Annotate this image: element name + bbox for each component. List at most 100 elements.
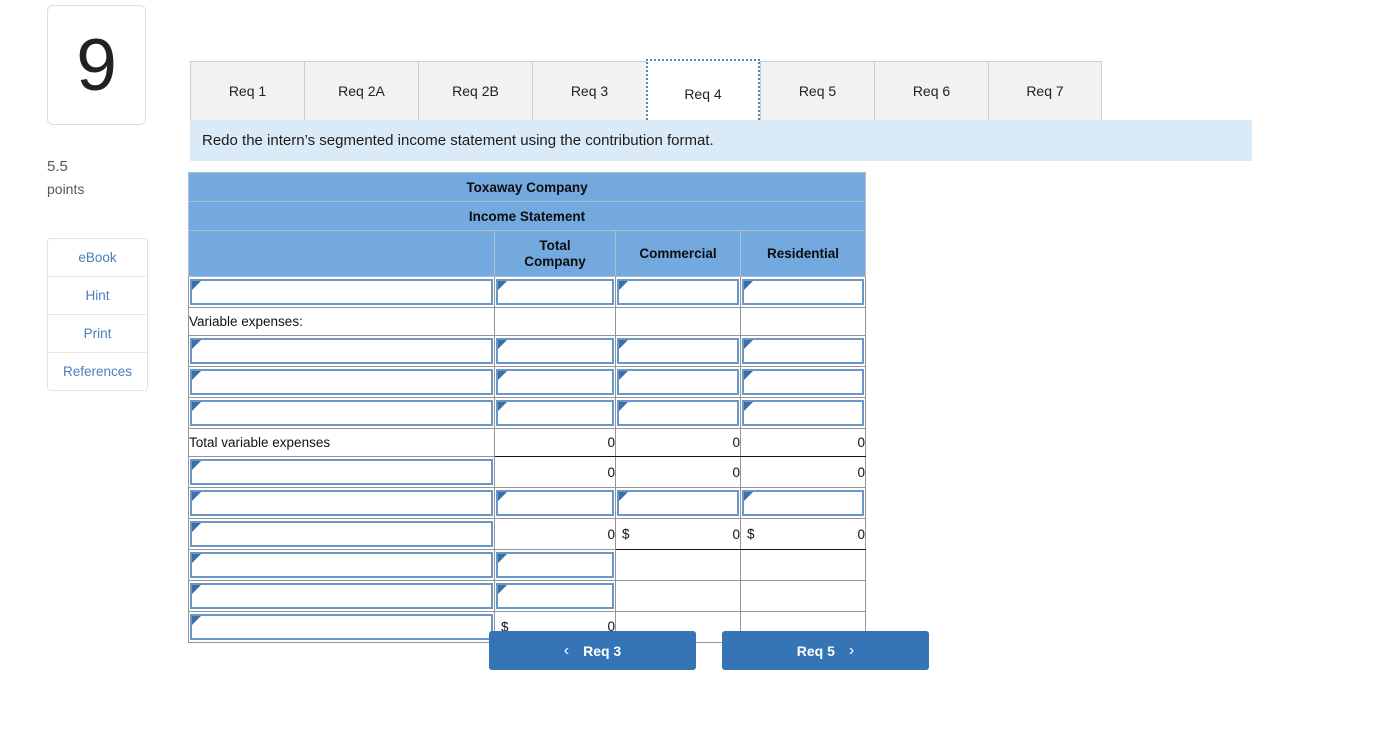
row-4-label-select[interactable] [190, 400, 493, 426]
ebook-button[interactable]: eBook [48, 239, 147, 277]
question-page: 9 5.5 points eBook Hint Print References… [0, 0, 1377, 736]
row-0-commercial-select-cell[interactable] [616, 277, 741, 308]
row-4-total-select-cell[interactable] [495, 398, 616, 429]
row-2-commercial-select[interactable] [617, 338, 739, 364]
statement-name: Income Statement [189, 202, 866, 231]
row-3-label-select[interactable] [190, 369, 493, 395]
row-7-label-select-cell[interactable] [189, 488, 495, 519]
company-name: Toxaway Company [189, 173, 866, 202]
row-3-total-select-cell[interactable] [495, 367, 616, 398]
row-4-residential-select[interactable] [742, 400, 864, 426]
column-header-blank [189, 231, 495, 277]
row-6-label-select-cell[interactable] [189, 457, 495, 488]
row-11-label-select-cell[interactable] [189, 612, 495, 643]
row-11-label-select[interactable] [190, 614, 493, 640]
row-2-label-select[interactable] [190, 338, 493, 364]
sheet-column-header-row: Total Company Commercial Residential [189, 231, 866, 277]
row-10-total-select[interactable] [496, 583, 614, 609]
row-3-label-select-cell[interactable] [189, 367, 495, 398]
row-5-commercial: 0 [616, 429, 741, 457]
points-label: points [47, 181, 84, 197]
row-6-label-select[interactable] [190, 459, 493, 485]
table-row [189, 488, 866, 519]
row-0-total-select-cell[interactable] [495, 277, 616, 308]
hint-button[interactable]: Hint [48, 277, 147, 315]
row-8-commercial-value: 0 [732, 527, 740, 542]
row-4-residential-select-cell[interactable] [741, 398, 866, 429]
row-1-total [495, 308, 616, 336]
table-row: Total variable expenses 0 0 0 [189, 429, 866, 457]
row-3-total-select[interactable] [496, 369, 614, 395]
prev-requirement-button[interactable]: ‹ Req 3 [489, 631, 696, 670]
row-0-residential-select[interactable] [742, 279, 864, 305]
question-number: 9 [76, 29, 117, 102]
tab-req-2b[interactable]: Req 2B [418, 61, 532, 120]
row-7-commercial-select[interactable] [617, 490, 739, 516]
row-7-total-select-cell[interactable] [495, 488, 616, 519]
row-2-residential-select-cell[interactable] [741, 336, 866, 367]
row-8-label-select[interactable] [190, 521, 493, 547]
row-2-total-select[interactable] [496, 338, 614, 364]
row-10-total-select-cell[interactable] [495, 581, 616, 612]
tab-req-6[interactable]: Req 6 [874, 61, 988, 120]
tab-req-5[interactable]: Req 5 [760, 61, 874, 120]
column-header-total-company: Total Company [495, 231, 616, 277]
row-7-label-select[interactable] [190, 490, 493, 516]
row-3-commercial-select-cell[interactable] [616, 367, 741, 398]
table-row: 0 0 0 [189, 457, 866, 488]
row-9-total-select[interactable] [496, 552, 614, 578]
prompt-text: Redo the intern’s segmented income state… [202, 132, 714, 149]
row-8-label-select-cell[interactable] [189, 519, 495, 550]
tool-button-group: eBook Hint Print References [47, 238, 148, 391]
income-statement-worksheet: Toxaway Company Income Statement Total C… [188, 172, 866, 644]
row-4-commercial-select-cell[interactable] [616, 398, 741, 429]
row-4-label-select-cell[interactable] [189, 398, 495, 429]
row-9-label-select[interactable] [190, 552, 493, 578]
row-8-residential: $ 0 [741, 519, 866, 550]
row-9-label-select-cell[interactable] [189, 550, 495, 581]
row-3-residential-select[interactable] [742, 369, 864, 395]
next-requirement-button[interactable]: Req 5 › [722, 631, 929, 670]
row-0-label-select[interactable] [190, 279, 493, 305]
tab-req-7[interactable]: Req 7 [988, 61, 1102, 120]
row-4-commercial-select[interactable] [617, 400, 739, 426]
row-8-commercial: $ 0 [616, 519, 741, 550]
row-0-total-select[interactable] [496, 279, 614, 305]
table-row [189, 550, 866, 581]
requirement-navigation: ‹ Req 3 Req 5 › [489, 631, 929, 670]
row-3-commercial-select[interactable] [617, 369, 739, 395]
row-2-commercial-select-cell[interactable] [616, 336, 741, 367]
row-10-residential [741, 581, 866, 612]
print-button[interactable]: Print [48, 315, 147, 353]
row-0-residential-select-cell[interactable] [741, 277, 866, 308]
row-10-label-select-cell[interactable] [189, 581, 495, 612]
row-3-residential-select-cell[interactable] [741, 367, 866, 398]
tab-req-4[interactable]: Req 4 [646, 59, 760, 120]
row-10-label-select[interactable] [190, 583, 493, 609]
row-2-label-select-cell[interactable] [189, 336, 495, 367]
row-7-commercial-select-cell[interactable] [616, 488, 741, 519]
tab-req-3[interactable]: Req 3 [532, 61, 646, 120]
requirement-tabs: Req 1 Req 2A Req 2B Req 3 Req 4 Req 5 Re… [190, 61, 1102, 120]
sheet-title-row-1: Toxaway Company [189, 173, 866, 202]
row-0-label-select-cell[interactable] [189, 277, 495, 308]
requirement-prompt: Redo the intern’s segmented income state… [190, 120, 1252, 161]
tab-req-1[interactable]: Req 1 [190, 61, 304, 120]
row-7-residential-select[interactable] [742, 490, 864, 516]
references-button[interactable]: References [48, 353, 147, 390]
tab-req-2a[interactable]: Req 2A [304, 61, 418, 120]
row-0-commercial-select[interactable] [617, 279, 739, 305]
row-9-total-select-cell[interactable] [495, 550, 616, 581]
table-row [189, 277, 866, 308]
row-6-total: 0 [495, 457, 616, 488]
points-value: 5.5 [47, 158, 68, 175]
row-5-label: Total variable expenses [189, 429, 495, 457]
table-row [189, 336, 866, 367]
row-2-residential-select[interactable] [742, 338, 864, 364]
row-2-total-select-cell[interactable] [495, 336, 616, 367]
column-header-residential: Residential [741, 231, 866, 277]
row-7-total-select[interactable] [496, 490, 614, 516]
row-7-residential-select-cell[interactable] [741, 488, 866, 519]
column-header-commercial: Commercial [616, 231, 741, 277]
row-4-total-select[interactable] [496, 400, 614, 426]
